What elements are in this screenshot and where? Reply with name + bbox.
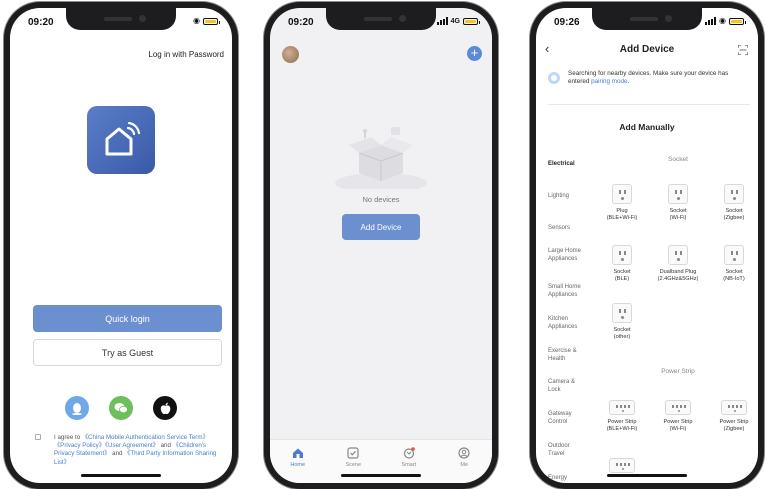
agree-checkbox[interactable] [35, 434, 41, 440]
power-strip-icon [609, 400, 635, 415]
status-time: 09:20 [288, 17, 314, 28]
home-indicator [341, 474, 421, 477]
socket-icon [612, 245, 632, 265]
phone-home: 09:20 4G + No devices Add Device Home Sc… [264, 2, 498, 489]
category-exercise-health[interactable]: Exercise & Health [548, 347, 584, 363]
wifi-icon: ◉ [719, 16, 726, 25]
login-screen: 09:20 ◉ Log in with Password Quick login… [10, 8, 232, 483]
try-as-guest-button[interactable]: Try as Guest [33, 339, 222, 366]
pairing-mode-link[interactable]: pairing mode [591, 78, 627, 85]
app-logo [87, 106, 155, 174]
searching-banner: Searching for nearby devices. Make sure … [548, 70, 750, 86]
category-outdoor-travel[interactable]: Outdoor Travel [548, 442, 582, 458]
social-login-row [10, 396, 232, 420]
socket-icon [668, 245, 688, 265]
network-type: 4G [450, 17, 460, 25]
privacy-policy-link[interactable]: 《Privacy Policy》 [54, 442, 105, 449]
notch [592, 8, 702, 30]
tab-label: Smart [401, 462, 417, 468]
quick-login-button[interactable]: Quick login [33, 305, 222, 332]
agree-prefix: I agree to [54, 434, 82, 441]
smart-icon [402, 446, 415, 459]
qq-icon[interactable] [65, 396, 89, 420]
socket-icon [724, 184, 744, 204]
power-strip-icon [665, 400, 691, 415]
device-plug-ble-wifi[interactable]: Plug (BLE+Wi-Fi) [598, 184, 646, 222]
category-small-home-appliances[interactable]: Small Home Appliances [548, 283, 590, 299]
home-indicator [81, 474, 161, 477]
battery-icon [463, 17, 480, 25]
power-strip-section-title: Power Strip [661, 368, 695, 375]
wifi-icon: ◉ [193, 16, 200, 25]
device-dualband-plug[interactable]: Dualband Plug (2.4GHz&5GHz) [654, 245, 702, 283]
power-strip-icon [609, 458, 635, 473]
scene-icon [347, 446, 360, 459]
scan-icon[interactable] [738, 45, 748, 55]
socket-icon [668, 184, 688, 204]
device-socket-zigbee[interactable]: Socket (Zigbee) [710, 184, 758, 222]
header: ‹ Add Device [536, 42, 758, 60]
apple-icon[interactable] [153, 396, 177, 420]
category-sensors[interactable]: Sensors [548, 224, 598, 232]
tab-label: Scene [345, 462, 362, 468]
cmcc-term-link[interactable]: 《China Mobile Authentication Service Ter… [82, 434, 209, 441]
category-electrical[interactable]: Electrical [548, 160, 598, 168]
status-time: 09:26 [554, 17, 580, 28]
home-screen: 09:20 4G + No devices Add Device Home Sc… [270, 8, 492, 483]
signal-icon [705, 17, 717, 25]
tab-label: Me [460, 462, 469, 468]
login-with-password-link[interactable]: Log in with Password [148, 50, 224, 59]
device-power-strip-zigbee[interactable]: Power Strip (Zigbee) [710, 396, 758, 433]
device-socket-nbiot[interactable]: Socket (NB-IoT) [710, 245, 758, 283]
socket-section-title: Socket [668, 156, 688, 163]
no-devices-text: No devices [362, 195, 400, 204]
add-plus-icon[interactable]: + [467, 46, 482, 61]
phone-add-device: 09:26 ◉ ‹ Add Device Searching for nearb… [530, 2, 764, 489]
device-socket-other[interactable]: Socket (other) [598, 303, 646, 341]
socket-icon [724, 245, 744, 265]
home-indicator [607, 474, 687, 477]
device-power-strip-ble-wifi[interactable]: Power Strip (BLE+Wi-Fi) [598, 396, 646, 433]
category-lighting[interactable]: Lighting [548, 192, 598, 200]
battery-icon [729, 17, 746, 25]
battery-icon [203, 17, 220, 25]
me-icon [458, 446, 471, 459]
avatar[interactable] [282, 46, 299, 63]
signal-icon [436, 17, 448, 25]
agreement-text: I agree to 《China Mobile Authentication … [35, 434, 222, 467]
status-time: 09:20 [28, 17, 54, 28]
add-device-screen: 09:26 ◉ ‹ Add Device Searching for nearb… [536, 8, 758, 483]
and-text: and [110, 450, 125, 458]
category-kitchen-appliances[interactable]: Kitchen Appliances [548, 315, 588, 331]
empty-box-icon [333, 123, 429, 193]
tab-me[interactable]: Me [437, 440, 493, 483]
category-energy[interactable]: Energy [548, 474, 598, 482]
category-camera-lock[interactable]: Camera & Lock [548, 378, 578, 394]
tab-home[interactable]: Home [270, 440, 326, 483]
category-large-home-appliances[interactable]: Large Home Appliances [548, 247, 586, 263]
searching-radar-icon [548, 72, 560, 84]
user-agreement-link[interactable]: 《User Agreement》 [105, 442, 159, 449]
device-power-strip-wifi[interactable]: Power Strip (Wi-Fi) [654, 396, 702, 433]
phone-login: 09:20 ◉ Log in with Password Quick login… [4, 2, 238, 489]
device-socket-ble[interactable]: Socket (BLE) [598, 245, 646, 283]
tab-label: Home [290, 462, 306, 468]
home-icon [291, 446, 304, 459]
notch [326, 8, 436, 30]
socket-icon [612, 303, 632, 323]
add-device-button[interactable]: Add Device [342, 214, 420, 240]
and-text: and [158, 442, 173, 450]
device-socket-wifi[interactable]: Socket (Wi-Fi) [654, 184, 702, 222]
power-strip-icon [721, 400, 747, 415]
divider [548, 104, 750, 105]
add-manually-title: Add Manually [619, 122, 675, 132]
socket-icon [612, 184, 632, 204]
wechat-icon[interactable] [109, 396, 133, 420]
notch [66, 8, 176, 30]
page-title: Add Device [619, 44, 675, 55]
searching-end: . [627, 78, 630, 85]
category-gateway-control[interactable]: Gateway Control [548, 410, 582, 426]
